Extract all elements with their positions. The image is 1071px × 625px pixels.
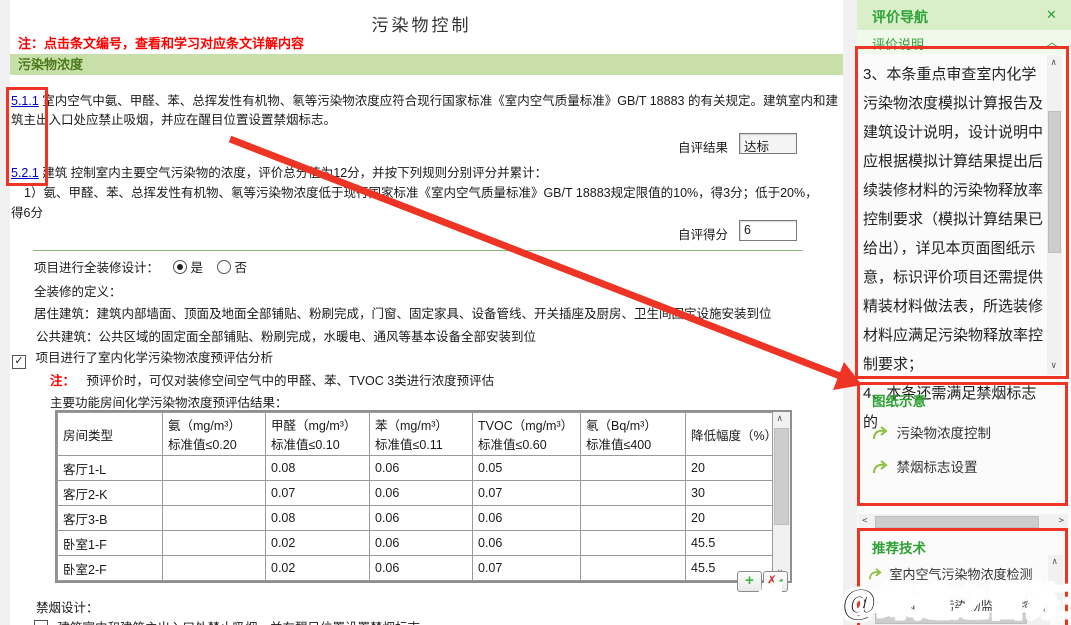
close-icon[interactable]: ✕ — [1046, 7, 1057, 23]
clause-521-item1-cont: 得6分 — [11, 202, 43, 221]
scrollbar-thumb[interactable] — [875, 516, 1039, 528]
scroll-left-icon[interactable]: < — [862, 517, 867, 526]
table-vertical-scrollbar[interactable]: ∧ ∨ — [773, 412, 790, 581]
col-header-benzene: 苯（mg/m³）标准值≤0.11 — [370, 413, 473, 456]
pre-eval-label: 项目进行了室内化学污染物浓度预评估分析 — [35, 351, 273, 365]
blueprint-horizontal-scrollbar[interactable]: < > — [858, 514, 1068, 529]
self-eval-score-input[interactable]: 6 — [739, 220, 797, 241]
pre-eval-note-text: 预评价时，可仅对装修空间空气中的甲醛、苯、TVOC 3类进行浓度预评估 — [87, 374, 495, 388]
scroll-up-icon[interactable]: ∧ — [1051, 59, 1056, 68]
self-eval-result-label: 自评结果 — [678, 137, 728, 156]
scroll-up-icon[interactable]: ∧ — [1052, 558, 1057, 567]
pre-eval-table: 房间类型 氨（mg/m³）标准值≤0.20 甲醛（mg/m³）标准值≤0.10 … — [55, 410, 792, 583]
blueprint-item-label: 污染物浓度控制 — [896, 426, 991, 441]
decor-definition-public: 公共建筑：公共区域的固定面全部铺贴、粉刷完成，水暖电、通风等基本设备全部安装到位 — [36, 326, 536, 345]
app-window: ∨ 污染物控制 注：点击条文编号，查看和学习对应条文详解内容 污染物浓度 5.1… — [0, 0, 1071, 625]
page-note: 注：点击条文编号，查看和学习对应条文详解内容 — [18, 33, 304, 52]
self-eval-result-input[interactable]: 达标 — [739, 133, 797, 154]
check-icon: ✓ — [14, 355, 23, 367]
blueprint-section-title: 图纸示意 — [872, 390, 926, 410]
clause-511-text: 室内空气中氨、甲醛、苯、总挥发性有机物、氡等污染物浓度应符合现行国家标准《室内空… — [11, 94, 838, 127]
radio-no-label: 否 — [235, 261, 248, 275]
pre-eval-checkbox[interactable]: ✓ — [12, 355, 26, 369]
table-header-row: 房间类型 氨（mg/m³）标准值≤0.20 甲醛（mg/m³）标准值≤0.10 … — [58, 413, 773, 456]
col-header-reduction: 降低幅度（%） — [686, 413, 773, 456]
blueprint-item-nosmoking[interactable]: 禁烟标志设置 — [872, 456, 977, 478]
clause-521-item1: 1）氨、甲醛、苯、总挥发性有机物、氡等污染物浓度低于现行国家标准《室内空气质量标… — [24, 182, 818, 201]
main-vertical-scrollbar[interactable] — [843, 0, 857, 625]
scrollbar-thumb[interactable] — [1048, 111, 1061, 253]
decor-definition-title: 全装修的定义： — [34, 281, 122, 300]
table-row[interactable]: 卧室2-F0.020.060.0745.5 — [58, 556, 773, 581]
table-title: 主要功能房间化学污染物浓度预评估结果： — [50, 392, 288, 411]
collapse-icon[interactable]: ︿ — [1046, 33, 1058, 50]
sidebar-title: 评价导航 — [872, 7, 928, 27]
recommend-section-title: 推荐技术 — [872, 537, 926, 557]
eval-section-title: 评价说明 — [872, 34, 924, 53]
decor-definition-residential: 居住建筑：建筑内部墙面、顶面及地面全部铺贴、粉刷完成，门窗、固定家具、设备管线、… — [34, 303, 772, 322]
radio-yes-label: 是 — [191, 261, 204, 275]
divider — [33, 250, 803, 251]
clause-link-521[interactable]: 5.2.1 — [11, 166, 39, 180]
scroll-right-icon[interactable]: > — [1059, 517, 1064, 526]
no-smoking-checkbox[interactable] — [34, 620, 48, 625]
share-arrow-icon — [872, 426, 889, 441]
col-header-tvoc: TVOC（mg/m³）标准值≤0.60 — [473, 413, 581, 456]
clause-link-511[interactable]: 5.1.1 — [11, 94, 39, 108]
share-arrow-icon — [872, 460, 889, 475]
table-row[interactable]: 客厅3-B0.080.060.0620 — [58, 506, 773, 531]
eval-content: 3、本条重点审查室内化学污染物浓度模拟计算报告及建筑设计说明，设计说明中应根据模… — [863, 60, 1045, 437]
self-eval-score-label: 自评得分 — [678, 224, 728, 243]
scroll-down-icon[interactable]: ∨ — [1051, 362, 1056, 371]
no-smoking-item: 建筑室内和建筑主出入口处禁止吸烟，并在醒目位置设置禁烟标志 — [57, 621, 420, 625]
col-header-room: 房间类型 — [58, 413, 163, 456]
blueprint-item-pollutant[interactable]: 污染物浓度控制 — [872, 422, 991, 444]
col-header-ammonia: 氨（mg/m³）标准值≤0.20 — [163, 413, 266, 456]
blueprint-item-label: 禁烟标志设置 — [896, 460, 977, 475]
scroll-up-icon[interactable]: ∧ — [777, 415, 782, 424]
col-header-radon: 氡（Bq/m³）标准值≤400 — [581, 413, 686, 456]
scrollbar-thumb[interactable] — [774, 428, 789, 525]
radio-yes[interactable] — [173, 260, 187, 274]
eval-vertical-scrollbar[interactable]: ∧ ∨ — [1047, 55, 1062, 375]
no-smoking-label: 禁烟设计： — [36, 597, 99, 616]
table-row[interactable]: 卧室1-F0.020.060.0645.5 — [58, 531, 773, 556]
radio-no[interactable] — [217, 260, 231, 274]
watermark: 头条 @绿建之窗苏玉斌 — [757, 572, 1071, 625]
table-row[interactable]: 客厅2-K0.070.060.0730 — [58, 481, 773, 506]
full-decor-label: 项目进行全装修设计： — [34, 261, 159, 275]
col-header-formaldehyde: 甲醛（mg/m³）标准值≤0.10 — [266, 413, 370, 456]
left-gutter — [0, 0, 10, 625]
clause-521-text: 建筑 控制室内主要空气污染物的浓度，评价总分值为12分，并按下列规则分别评分并累… — [42, 166, 547, 180]
pre-eval-note-prefix: 注： — [50, 374, 75, 388]
table-row[interactable]: 客厅1-L0.080.060.0520 — [58, 456, 773, 481]
section-header-pollutant-concentration: 污染物浓度 — [10, 54, 843, 75]
